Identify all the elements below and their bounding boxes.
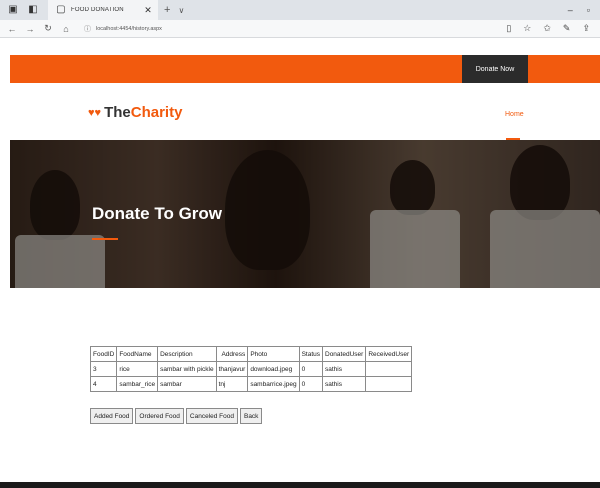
table-header-row: FoodID FoodName Description Address Phot… — [89, 346, 413, 362]
hero-banner: Donate To Grow — [10, 140, 600, 288]
forward-arrow-icon[interactable]: → — [24, 24, 36, 34]
close-tab-icon[interactable]: ✕ — [144, 5, 152, 16]
hearts-icon: ♥♥ — [88, 106, 102, 119]
footer-bar — [0, 482, 600, 488]
maximize-icon[interactable]: ▫ — [587, 5, 590, 15]
toolbar-icons: ▯ ☆ ✩ ✎ ⇪ — [506, 23, 600, 34]
hero-title: Donate To Grow — [92, 204, 223, 223]
info-icon: ⓘ — [84, 25, 91, 33]
cell-description: sambar with pickle — [157, 361, 217, 377]
share-icon[interactable]: ⇪ — [582, 23, 590, 34]
cell-description: sambar — [157, 376, 217, 392]
minimize-icon[interactable]: – — [568, 5, 573, 15]
url-field[interactable]: ⓘ localhost:4454/history.aspx — [84, 24, 506, 34]
food-history-table: FoodID FoodName Description Address Phot… — [89, 346, 413, 392]
header-description: Description — [157, 346, 217, 362]
header-photo: Photo — [247, 346, 300, 362]
cell-address: thanjavur — [215, 361, 249, 377]
header-status: Status — [298, 346, 324, 362]
favorites-icon[interactable]: ✩ — [543, 23, 551, 34]
tabs-aside-icon[interactable]: ◧ — [26, 3, 40, 17]
cell-receiveduser — [365, 376, 413, 392]
url-text: localhost:4454/history.aspx — [96, 25, 162, 32]
new-tab-icon[interactable]: + — [164, 4, 170, 16]
header-receiveduser: ReceivedUser — [365, 346, 413, 362]
cell-status: 0 — [298, 361, 324, 377]
page-icon: ▢ — [56, 4, 66, 15]
browser-tab[interactable]: ▢ FOOD DONATION ✕ — [48, 0, 158, 20]
logo-text-the: The — [104, 104, 131, 121]
canceled-food-button[interactable]: Canceled Food — [185, 408, 238, 424]
header-address: Address — [215, 346, 249, 362]
table-row: 3 rice sambar with pickle thanjavur down… — [89, 361, 413, 377]
donate-now-button[interactable]: Donate Now — [462, 55, 528, 83]
cell-foodid: 3 — [89, 361, 118, 377]
back-button[interactable]: Back — [239, 408, 263, 424]
table-row: 4 sambar_rice sambar tnj sambarrice.jpeg… — [89, 376, 413, 392]
cell-foodname: rice — [116, 361, 159, 377]
hero-title-underline — [92, 238, 118, 240]
back-arrow-icon[interactable]: ← — [6, 24, 18, 34]
reading-view-icon[interactable]: ▯ — [506, 23, 511, 34]
action-buttons: Added Food Ordered Food Canceled Food Ba… — [90, 408, 263, 424]
pen-icon[interactable]: ✎ — [563, 23, 571, 34]
site-logo[interactable]: ♥♥ The Charity — [88, 104, 182, 121]
cell-donateduser: sathis — [321, 361, 367, 377]
header-donateduser: DonatedUser — [321, 346, 367, 362]
nav-home-link[interactable]: Home — [505, 111, 524, 118]
cell-photo: sambarrice.jpeg — [247, 376, 300, 392]
header-foodid: FoodID — [89, 346, 118, 362]
address-bar: ← → ↻ ⌂ ⓘ localhost:4454/history.aspx ▯ … — [0, 20, 600, 38]
window-controls: – ▫ — [568, 5, 600, 15]
tab-title: FOOD DONATION — [71, 7, 124, 13]
logo-text-charity: Charity — [130, 104, 183, 121]
favorite-star-icon[interactable]: ☆ — [523, 23, 531, 34]
ordered-food-button[interactable]: Ordered Food — [135, 408, 184, 424]
cell-status: 0 — [298, 376, 324, 392]
browser-tab-bar: ▣ ◧ ▢ FOOD DONATION ✕ + ∨ – ▫ — [0, 0, 600, 20]
cell-foodname: sambar_rice — [116, 376, 159, 392]
tab-actions-icon[interactable]: ▣ — [6, 3, 20, 17]
home-icon[interactable]: ⌂ — [60, 24, 72, 34]
chevron-down-icon[interactable]: ∨ — [178, 6, 184, 15]
header-foodname: FoodName — [116, 346, 159, 362]
cell-foodid: 4 — [89, 376, 118, 392]
cell-photo: download.jpeg — [247, 361, 300, 377]
cell-donateduser: sathis — [321, 376, 367, 392]
refresh-icon[interactable]: ↻ — [42, 23, 54, 34]
cell-receiveduser — [365, 361, 413, 377]
cell-address: tnj — [215, 376, 249, 392]
added-food-button[interactable]: Added Food — [90, 408, 134, 424]
